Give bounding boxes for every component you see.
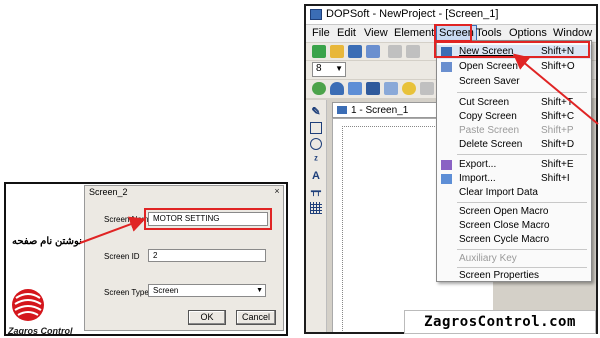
zagros-logo-icon xyxy=(12,289,44,321)
arrow-to-new-screen xyxy=(512,53,599,125)
watermark: ZagrosControl.com xyxy=(404,310,596,334)
annotation-arrows xyxy=(79,53,599,244)
arrow-to-screen-name xyxy=(79,216,146,244)
logo-text: Zagros Control xyxy=(8,326,73,336)
